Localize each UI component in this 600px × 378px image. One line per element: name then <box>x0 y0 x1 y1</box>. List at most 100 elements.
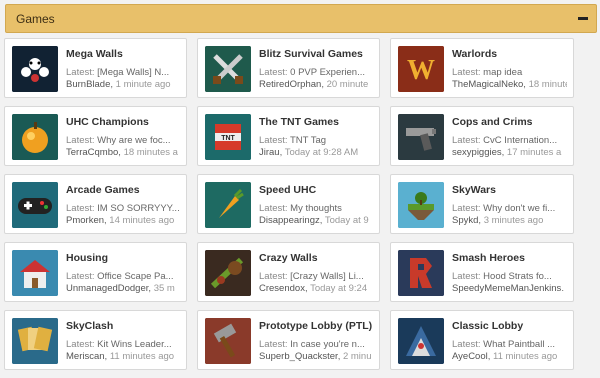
crazy-walls-icon[interactable] <box>205 250 251 296</box>
username-link[interactable]: RetiredOrphan <box>259 79 321 90</box>
cards-icon[interactable] <box>12 318 58 364</box>
card-latest-post: Latest: TNT Tag <box>259 135 373 147</box>
mega-walls-icon[interactable] <box>12 46 58 92</box>
latest-label: Latest: <box>66 339 95 350</box>
card-meta: sexypiggies, 17 minutes a <box>452 147 562 158</box>
game-card-skywars[interactable]: SkyWars Latest: Why don't we fi... Spykd, … <box>390 174 574 234</box>
card-title[interactable]: Cops and Crims <box>452 116 567 128</box>
floating-island-icon[interactable] <box>398 182 444 228</box>
section-header[interactable]: Games <box>5 4 597 33</box>
card-title[interactable]: Warlords <box>452 48 567 60</box>
game-card-crazy-walls[interactable]: Crazy Walls Latest: [Crazy Walls] Li... Cr… <box>197 242 380 302</box>
card-title[interactable]: Blitz Survival Games <box>259 48 373 60</box>
username-link[interactable]: Spykd <box>452 215 478 226</box>
card-meta: TerraCqmbo, 18 minutes a <box>66 147 178 158</box>
latest-thread-link[interactable]: Office Scape Pa... <box>97 271 173 282</box>
game-card-skyclash[interactable]: SkyClash Latest: Kit Wins Leader... Merisc… <box>4 310 187 370</box>
latest-thread-link[interactable]: Why are we foc... <box>97 135 170 146</box>
username-link[interactable]: TerraCqmbo <box>66 147 118 158</box>
latest-thread-link[interactable]: What Paintball ... <box>483 339 555 350</box>
username-link[interactable]: UnmanagedDodger <box>66 283 148 294</box>
card-title[interactable]: SkyClash <box>66 320 180 332</box>
card-latest-post: Latest: map idea <box>452 67 567 79</box>
card-title[interactable]: The TNT Games <box>259 116 373 128</box>
hammer-icon[interactable] <box>205 318 251 364</box>
timestamp: 18 minutes a <box>123 147 178 158</box>
card-latest-post: Latest: Kit Wins Leader... <box>66 339 180 351</box>
card-latest-post: Latest: Office Scape Pa... <box>66 271 180 283</box>
smash-heroes-icon[interactable] <box>398 250 444 296</box>
gamepad-icon[interactable] <box>12 182 58 228</box>
latest-thread-link[interactable]: Why don't we fi... <box>483 203 555 214</box>
username-link[interactable]: Disappearingz <box>259 215 320 226</box>
card-body: Prototype Lobby (PTL) Latest: In case you… <box>259 318 373 363</box>
latest-thread-link[interactable]: map idea <box>483 67 522 78</box>
latest-thread-link[interactable]: IM SO SORRYYY... <box>97 203 180 214</box>
game-card-mega-walls[interactable]: Mega Walls Latest: [Mega Walls] N... BurnB… <box>4 38 187 98</box>
game-card-cops-and-crims[interactable]: Cops and Crims Latest: CvC Internation...… <box>390 106 574 166</box>
username-link[interactable]: SpeedyMemeManJenkins <box>452 283 561 294</box>
username-link[interactable]: Pmorken <box>66 215 104 226</box>
classic-lobby-icon[interactable] <box>398 318 444 364</box>
game-card-classic-lobby[interactable]: Classic Lobby Latest: What Paintball ... A… <box>390 310 574 370</box>
username-link[interactable]: AyeCool <box>452 351 488 362</box>
game-card-the-tnt-games[interactable]: TNT The TNT Games Latest: TNT Tag Jirau, To… <box>197 106 380 166</box>
latest-thread-link[interactable]: In case you're n... <box>290 339 365 350</box>
golden-apple-icon[interactable] <box>12 114 58 160</box>
card-title[interactable]: Mega Walls <box>66 48 180 60</box>
card-title[interactable]: Housing <box>66 252 180 264</box>
latest-thread-link[interactable]: My thoughts <box>290 203 342 214</box>
card-body: Smash Heroes Latest: Hood Strats fo... Spe… <box>452 250 567 295</box>
carrot-icon[interactable] <box>205 182 251 228</box>
card-title[interactable]: SkyWars <box>452 184 567 196</box>
username-link[interactable]: Jirau <box>259 147 280 158</box>
card-title[interactable]: Crazy Walls <box>259 252 373 264</box>
timestamp: Today at 9:24 <box>310 283 368 294</box>
latest-thread-link[interactable]: [Crazy Walls] Li... <box>290 271 364 282</box>
game-card-housing[interactable]: Housing Latest: Office Scape Pa... Unmanag… <box>4 242 187 302</box>
username-link[interactable]: Superb_Quackster <box>259 351 338 362</box>
pistol-icon[interactable] <box>398 114 444 160</box>
house-icon[interactable] <box>12 250 58 296</box>
latest-thread-link[interactable]: [Mega Walls] N... <box>97 67 169 78</box>
username-link[interactable]: sexypiggies <box>452 147 502 158</box>
svg-text:W: W <box>407 55 435 86</box>
warlords-w-icon[interactable]: W <box>398 46 444 92</box>
card-latest-post: Latest: 0 PVP Experien... <box>259 67 373 79</box>
card-title[interactable]: Classic Lobby <box>452 320 567 332</box>
card-title[interactable]: Arcade Games <box>66 184 180 196</box>
latest-thread-link[interactable]: CvC Internation... <box>483 135 557 146</box>
game-card-arcade-games[interactable]: Arcade Games Latest: IM SO SORRYYY... Pmor… <box>4 174 187 234</box>
card-title[interactable]: UHC Champions <box>66 116 180 128</box>
username-link[interactable]: TheMagicalNeko <box>452 79 523 90</box>
game-card-warlords[interactable]: W Warlords Latest: map idea TheMagicalNeko,… <box>390 38 574 98</box>
latest-thread-link[interactable]: Hood Strats fo... <box>483 271 552 282</box>
game-card-prototype-lobby[interactable]: Prototype Lobby (PTL) Latest: In case you… <box>197 310 380 370</box>
tnt-block-icon[interactable]: TNT <box>205 114 251 160</box>
game-card-blitz-survival-games[interactable]: Blitz Survival Games Latest: 0 PVP Experi… <box>197 38 380 98</box>
username-link[interactable]: BurnBlade <box>66 79 110 90</box>
game-card-speed-uhc[interactable]: Speed UHC Latest: My thoughts Disappearing… <box>197 174 380 234</box>
latest-thread-link[interactable]: Kit Wins Leader... <box>97 339 171 350</box>
latest-label: Latest: <box>452 271 481 282</box>
username-link[interactable]: Cresendox <box>259 283 305 294</box>
game-card-uhc-champions[interactable]: UHC Champions Latest: Why are we foc... Te… <box>4 106 187 166</box>
card-title[interactable]: Speed UHC <box>259 184 373 196</box>
card-meta: Spykd, 3 minutes ago <box>452 215 544 226</box>
timestamp: 18 minute <box>528 79 567 90</box>
card-title[interactable]: Smash Heroes <box>452 252 567 264</box>
card-body: The TNT Games Latest: TNT Tag Jirau, Today… <box>259 114 373 159</box>
card-title[interactable]: Prototype Lobby (PTL) <box>259 320 373 332</box>
timestamp: Today at 9 <box>324 215 369 226</box>
timestamp: 14 minutes ago <box>109 215 175 226</box>
card-meta: Superb_Quackster, 2 minu <box>259 351 372 362</box>
card-meta: Disappearingz, Today at 9 <box>259 215 369 226</box>
card-latest-post: Latest: [Crazy Walls] Li... <box>259 271 373 283</box>
game-card-smash-heroes[interactable]: Smash Heroes Latest: Hood Strats fo... Spe… <box>390 242 574 302</box>
username-link[interactable]: Meriscan <box>66 351 105 362</box>
latest-thread-link[interactable]: 0 PVP Experien... <box>290 67 365 78</box>
card-meta: SpeedyMemeManJenkins. <box>452 283 564 294</box>
latest-thread-link[interactable]: TNT Tag <box>290 135 326 146</box>
minus-icon[interactable] <box>578 17 588 20</box>
crossed-swords-icon[interactable] <box>205 46 251 92</box>
